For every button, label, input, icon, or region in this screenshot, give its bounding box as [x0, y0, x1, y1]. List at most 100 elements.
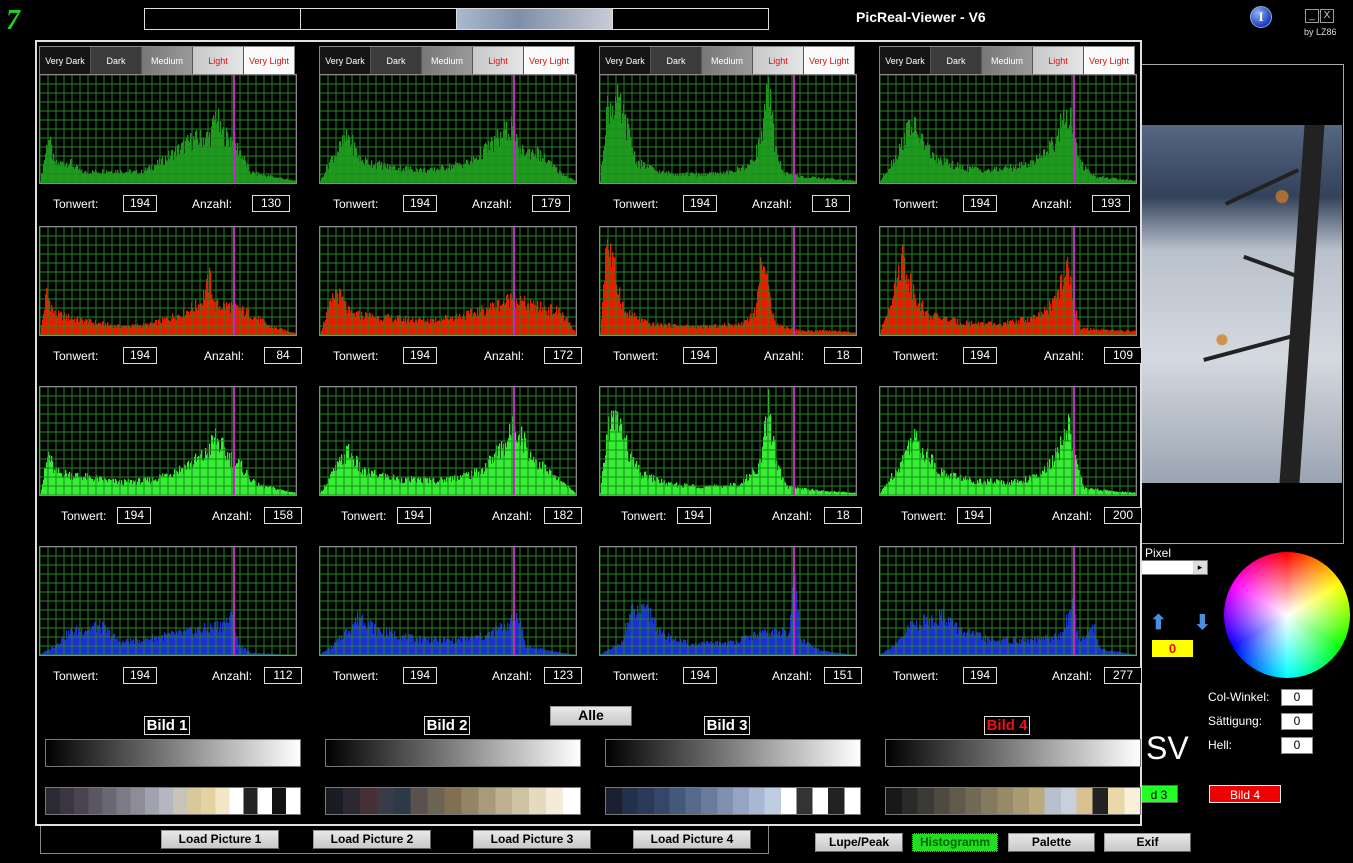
- histogram-red[interactable]: [879, 226, 1137, 336]
- load-picture-2-button[interactable]: Load Picture 2: [313, 830, 431, 849]
- zone-medium[interactable]: Medium: [422, 47, 473, 74]
- tonwert-value: 194: [963, 347, 997, 364]
- exif-button[interactable]: Exif: [1104, 833, 1191, 852]
- zone-very-dark[interactable]: Very Dark: [600, 47, 651, 74]
- zone-light[interactable]: Light: [193, 47, 244, 74]
- anzahl-label: Anzahl:: [484, 349, 525, 363]
- histogram-luminance[interactable]: [599, 74, 857, 184]
- bild-label-wrapper: Bild 3: [597, 716, 857, 735]
- histogram-red[interactable]: [39, 226, 297, 336]
- histogram-blue[interactable]: [879, 546, 1137, 656]
- bild-label[interactable]: Bild 2: [423, 716, 471, 735]
- info-icon[interactable]: I: [1250, 6, 1272, 28]
- palette-button[interactable]: Palette: [1008, 833, 1095, 852]
- slider-arrow-icon[interactable]: ▸: [1193, 561, 1207, 574]
- zone-very-light[interactable]: Very Light: [804, 47, 854, 74]
- tonwert-label: Tonwert:: [53, 197, 99, 211]
- histogram-readout: Tonwert: 194 Anzahl: 172: [317, 346, 582, 366]
- anzahl-label: Anzahl:: [752, 197, 793, 211]
- anzahl-value: 18: [824, 347, 862, 364]
- anzahl-label: Anzahl:: [772, 669, 813, 683]
- thumbnail-slot-4[interactable]: [613, 9, 768, 29]
- col-winkel-field[interactable]: 0: [1281, 689, 1313, 706]
- bild-4-badge[interactable]: Bild 4: [1209, 785, 1281, 803]
- histogram-green[interactable]: [39, 386, 297, 496]
- zone-dark[interactable]: Dark: [651, 47, 702, 74]
- histogram-plot: [320, 387, 576, 495]
- hell-field[interactable]: 0: [1281, 737, 1313, 754]
- histogram-green[interactable]: [879, 386, 1137, 496]
- tonwert-label: Tonwert:: [61, 509, 107, 523]
- close-button[interactable]: X: [1320, 9, 1334, 23]
- bild-label-wrapper: Bild 1: [37, 716, 297, 735]
- bild-3-badge[interactable]: d 3: [1140, 785, 1178, 803]
- histogram-luminance[interactable]: [39, 74, 297, 184]
- zone-light[interactable]: Light: [473, 47, 524, 74]
- tonwert-label: Tonwert:: [333, 349, 379, 363]
- zone-medium[interactable]: Medium: [142, 47, 193, 74]
- lupe-peak-button[interactable]: Lupe/Peak: [815, 833, 903, 852]
- histogramm-button[interactable]: Histogramm: [912, 833, 998, 852]
- histogram-green[interactable]: [319, 386, 577, 496]
- histogram-red[interactable]: [319, 226, 577, 336]
- tonwert-value: 194: [123, 667, 157, 684]
- thumbnail-slot-3[interactable]: [457, 9, 613, 29]
- histogram-green[interactable]: [599, 386, 857, 496]
- app-logo: 7: [6, 5, 20, 36]
- tone-zone-bar: Very Dark Dark Medium Light Very Light: [319, 46, 575, 75]
- histogram-plot: [40, 75, 296, 183]
- histogram-luminance[interactable]: [879, 74, 1137, 184]
- tonwert-label: Tonwert:: [893, 349, 939, 363]
- histogram-readout: Tonwert: 194 Anzahl: 182: [317, 506, 582, 526]
- histogram-red[interactable]: [599, 226, 857, 336]
- zone-medium[interactable]: Medium: [702, 47, 753, 74]
- gray-ramp: [45, 739, 301, 767]
- histogram-readout: Tonwert: 194 Anzahl: 112: [37, 666, 302, 686]
- histogram-blue[interactable]: [599, 546, 857, 656]
- tonwert-value: 194: [957, 507, 991, 524]
- thumbnail-slot-1[interactable]: [145, 9, 301, 29]
- histogram-plot: [40, 547, 296, 655]
- tonwert-label: Tonwert:: [333, 197, 379, 211]
- zone-light[interactable]: Light: [753, 47, 804, 74]
- zone-light[interactable]: Light: [1033, 47, 1084, 74]
- zone-dark[interactable]: Dark: [91, 47, 142, 74]
- zone-very-light[interactable]: Very Light: [244, 47, 294, 74]
- load-picture-3-button[interactable]: Load Picture 3: [473, 830, 591, 849]
- arrow-down-icon[interactable]: ⬇: [1194, 610, 1211, 635]
- histogram-blue[interactable]: [319, 546, 577, 656]
- anzahl-value: 18: [824, 507, 862, 524]
- load-picture-4-button[interactable]: Load Picture 4: [633, 830, 751, 849]
- histogram-luminance[interactable]: [319, 74, 577, 184]
- tone-zone-bar: Very Dark Dark Medium Light Very Light: [879, 46, 1135, 75]
- zone-very-light[interactable]: Very Light: [524, 47, 574, 74]
- thumbnail-slot-2[interactable]: [301, 9, 457, 29]
- minimize-button[interactable]: _: [1305, 9, 1319, 23]
- histogram-readout: Tonwert: 194 Anzahl: 18: [597, 194, 857, 214]
- load-picture-1-button[interactable]: Load Picture 1: [161, 830, 279, 849]
- zone-dark[interactable]: Dark: [371, 47, 422, 74]
- zone-very-dark[interactable]: Very Dark: [320, 47, 371, 74]
- anzahl-label: Anzahl:: [492, 509, 533, 523]
- thumbnail-strip: [144, 8, 769, 30]
- zone-very-light[interactable]: Very Light: [1084, 47, 1134, 74]
- anzahl-label: Anzahl:: [1044, 349, 1085, 363]
- histogram-plot: [600, 75, 856, 183]
- pixel-slider[interactable]: ▸: [1140, 560, 1208, 575]
- zone-very-dark[interactable]: Very Dark: [40, 47, 91, 74]
- tonwert-label: Tonwert:: [53, 669, 99, 683]
- histogram-plot: [880, 547, 1136, 655]
- bild-label[interactable]: Bild 3: [703, 716, 751, 735]
- arrow-up-icon[interactable]: ⬆: [1150, 610, 1167, 635]
- zone-medium[interactable]: Medium: [982, 47, 1033, 74]
- bild-label[interactable]: Bild 1: [143, 716, 191, 735]
- histogram-column-2: Very Dark Dark Medium Light Very Light Tonwer…: [317, 42, 582, 824]
- zone-dark[interactable]: Dark: [931, 47, 982, 74]
- pixel-label: Pixel: [1145, 546, 1172, 560]
- color-wheel[interactable]: [1224, 552, 1350, 678]
- anzahl-label: Anzahl:: [192, 197, 233, 211]
- histogram-blue[interactable]: [39, 546, 297, 656]
- saettigung-field[interactable]: 0: [1281, 713, 1313, 730]
- histogram-plot: [600, 547, 856, 655]
- zone-very-dark[interactable]: Very Dark: [880, 47, 931, 74]
